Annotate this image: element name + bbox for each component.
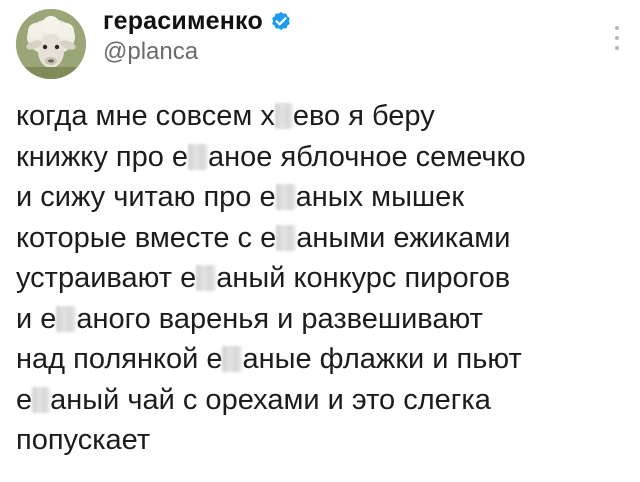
text-segment: аное яблочное семечко: [208, 140, 526, 173]
tweet-line: и е аного варенья и развешивают: [16, 299, 626, 340]
author-name-row[interactable]: герасименко: [103, 4, 293, 38]
tweet: герасименко @planca когда мне совсем х ев…: [0, 0, 640, 482]
text-segment: аного варенья и развешивают: [76, 302, 483, 335]
avatar[interactable]: [16, 9, 86, 79]
text-segment: аный чай с орехами и это слегка: [50, 383, 491, 416]
text-segment: ево я беру: [292, 100, 435, 132]
censor-blur: [275, 184, 296, 210]
censor-blur: [274, 103, 293, 129]
text-segment: аных мышек: [295, 181, 465, 213]
tweet-line: попускает: [16, 420, 626, 461]
tweet-line: устраивают е аный конкурс пирогов: [16, 258, 626, 299]
censor-blur: [222, 346, 243, 372]
text-segment: е: [16, 383, 33, 416]
text-segment: и е: [16, 302, 57, 335]
text-segment: устраивают е: [16, 262, 197, 294]
text-segment: над полянкой е: [16, 343, 223, 375]
censor-blur: [188, 143, 209, 170]
more-vertical-icon[interactable]: [614, 26, 620, 50]
tweet-line: когда мне совсем х ево я беру: [16, 96, 626, 137]
sheep-icon: [16, 9, 86, 79]
text-segment: аные флажки и пьют: [242, 343, 522, 375]
tweet-line: е аный чай с орехами и это слегка: [16, 380, 626, 421]
censor-blur: [32, 386, 51, 413]
text-segment: аный конкурс пирогов: [216, 262, 511, 294]
text-segment: попускает: [16, 424, 151, 456]
censor-blur: [276, 224, 297, 251]
text-segment: которые вместе с е: [16, 221, 277, 254]
tweet-text: когда мне совсем х ево я беру книжку про …: [16, 96, 626, 461]
verified-badge-icon: [269, 9, 293, 33]
display-name[interactable]: герасименко: [103, 7, 263, 36]
text-segment: аными ежиками: [296, 221, 511, 254]
censor-blur: [196, 265, 217, 291]
tweet-line: которые вместе с е аными ежиками: [16, 218, 626, 259]
handle[interactable]: @planca: [103, 38, 198, 66]
text-segment: и сижу читаю про е: [16, 181, 276, 213]
text-segment: когда мне совсем х: [16, 100, 275, 132]
tweet-line: и сижу читаю про е аных мышек: [16, 177, 626, 218]
tweet-line: над полянкой е аные флажки и пьют: [16, 339, 626, 380]
censor-blur: [56, 305, 77, 332]
tweet-line: книжку про е аное яблочное семечко: [16, 137, 626, 178]
text-segment: книжку про е: [16, 140, 189, 173]
